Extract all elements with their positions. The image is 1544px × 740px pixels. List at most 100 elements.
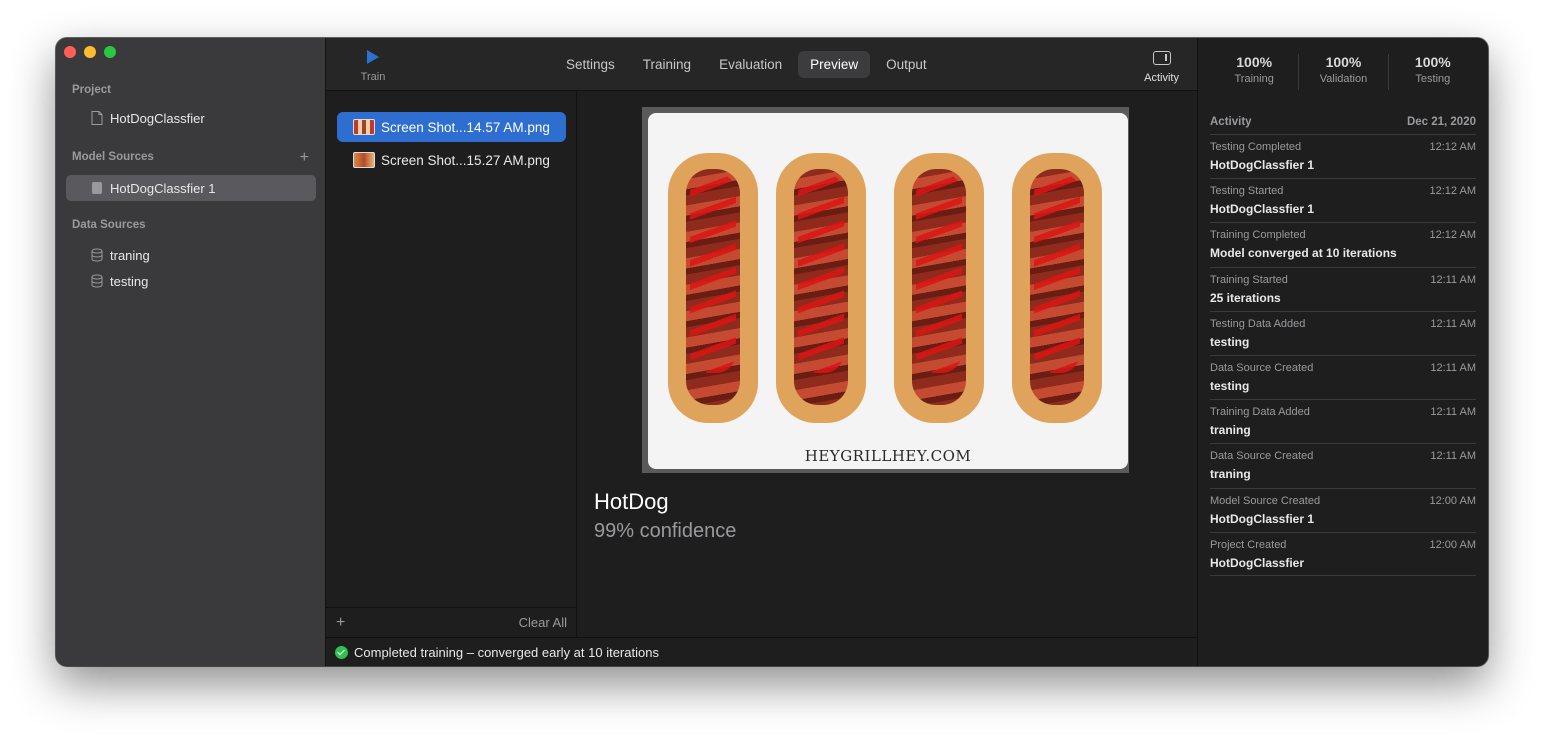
activity-time: 12:00 AM	[1429, 494, 1476, 507]
sidebar-item-model-source[interactable]: HotDogClassfier 1	[66, 175, 316, 201]
activity-item: Training Data Added 12:11 AM traning	[1210, 399, 1476, 443]
activity-item: Training Started 12:11 AM 25 iterations	[1210, 266, 1476, 311]
activity-detail: traning	[1210, 423, 1251, 438]
metric-value: 100%	[1236, 54, 1273, 70]
activity-label: Activity	[1144, 72, 1179, 84]
main-content: Train Settings Training Evaluation Previ…	[326, 38, 1197, 666]
activity-time: 12:12 AM	[1429, 229, 1476, 242]
activity-detail: Model converged at 10 iterations	[1210, 246, 1397, 261]
sidebar-item-label: HotDogClassfier	[110, 110, 205, 126]
app-window: Project HotDogClassfier Model Sources + …	[56, 38, 1488, 666]
prediction-label: HotDog	[594, 489, 669, 514]
activity-title: Activity	[1210, 116, 1252, 128]
activity-detail: 25 iterations	[1210, 290, 1281, 305]
activity-list: Testing Completed 12:12 AM HotDogClassfi…	[1210, 134, 1476, 576]
activity-detail: HotDogClassfier	[1210, 555, 1305, 570]
preview-pane: HEYGRILLHEY.COM HotDog 99% confidence	[578, 91, 1197, 637]
activity-detail: testing	[1210, 378, 1250, 393]
play-icon	[367, 50, 379, 64]
activity-item: Data Source Created 12:11 AM traning	[1210, 443, 1476, 487]
close-window-button[interactable]	[64, 46, 76, 58]
toolbar: Train Settings Training Evaluation Previ…	[326, 38, 1197, 91]
metric-value: 100%	[1414, 54, 1451, 70]
database-icon	[90, 274, 104, 288]
activity-item: Testing Started 12:12 AM HotDogClassfier…	[1210, 178, 1476, 222]
hotdog-graphic	[1012, 153, 1102, 423]
sidebar-toggle-icon	[1152, 51, 1171, 65]
tab-bar: Settings Training Evaluation Preview Out…	[554, 51, 939, 78]
activity-toggle-button[interactable]: Activity	[1144, 51, 1179, 84]
activity-detail: testing	[1210, 334, 1250, 349]
metric-label: Training	[1234, 73, 1274, 85]
model-icon	[90, 181, 104, 195]
activity-time: 12:11 AM	[1430, 450, 1476, 463]
train-button[interactable]: Train	[360, 50, 386, 83]
metric-training: 100% Training	[1210, 54, 1300, 90]
status-bar: Completed training – converged early at …	[326, 637, 1197, 666]
zoom-window-button[interactable]	[104, 46, 116, 58]
metric-label: Validation	[1319, 73, 1368, 85]
activity-time: 12:11 AM	[1430, 317, 1476, 330]
metric-validation: 100% Validation	[1299, 54, 1389, 90]
tab-preview[interactable]: Preview	[798, 51, 871, 78]
project-section-header: Project	[72, 84, 111, 96]
metric-value: 100%	[1325, 54, 1362, 70]
activity-time: 12:11 AM	[1430, 361, 1476, 374]
sidebar-item-data-source-training[interactable]: traning	[66, 242, 316, 268]
image-watermark: HEYGRILLHEY.COM	[804, 447, 972, 465]
document-icon	[90, 111, 104, 125]
file-list-footer: + Clear All	[326, 607, 577, 637]
tab-training[interactable]: Training	[631, 51, 703, 78]
activity-detail: HotDogClassfier 1	[1210, 511, 1315, 526]
sidebar-item-label: HotDogClassfier 1	[110, 180, 216, 196]
activity-item: Model Source Created 12:00 AM HotDogClas…	[1210, 487, 1476, 532]
add-file-button[interactable]: +	[336, 614, 345, 632]
activity-detail: HotDogClassfier 1	[1210, 158, 1315, 172]
hotdog-graphic	[894, 153, 984, 423]
file-list-item[interactable]: Screen Shot...15.27 AM.png	[337, 145, 566, 175]
hotdog-graphic	[776, 153, 866, 423]
activity-item: Data Source Created 12:11 AM testing	[1210, 354, 1476, 399]
sidebar-item-label: traning	[110, 247, 150, 263]
minimize-window-button[interactable]	[84, 46, 96, 58]
image-thumbnail	[353, 119, 375, 135]
activity-time: 12:00 AM	[1429, 538, 1476, 551]
train-label: Train	[360, 71, 386, 83]
activity-time: 12:12 AM	[1429, 185, 1476, 198]
file-name: Screen Shot...15.27 AM.png	[381, 152, 550, 168]
preview-image: HEYGRILLHEY.COM	[642, 107, 1129, 473]
clear-all-button[interactable]: Clear All	[519, 615, 567, 630]
activity-header: Activity Dec 21, 2020	[1210, 116, 1476, 128]
sidebar-item-label: testing	[110, 273, 149, 289]
metric-testing: 100% Testing	[1389, 54, 1477, 90]
sidebar-item-data-source-testing[interactable]: testing	[66, 268, 316, 294]
activity-item: Testing Completed 12:12 AM HotDogClassfi…	[1210, 134, 1476, 178]
image-thumbnail	[353, 152, 375, 168]
model-sources-section-header: Model Sources	[72, 151, 154, 163]
activity-item: Testing Data Added 12:11 AM testing	[1210, 310, 1476, 355]
add-model-source-button[interactable]: +	[300, 150, 309, 166]
sidebar-item-project[interactable]: HotDogClassfier	[66, 105, 316, 131]
activity-time: 12:12 AM	[1429, 141, 1476, 153]
status-text: Completed training – converged early at …	[354, 644, 659, 660]
activity-time: 12:11 AM	[1430, 273, 1476, 286]
tab-settings[interactable]: Settings	[554, 51, 627, 78]
activity-item: Training Completed 12:12 AM Model conver…	[1210, 222, 1476, 266]
file-list-item[interactable]: Screen Shot...14.57 AM.png	[337, 112, 566, 142]
sidebar: Project HotDogClassfier Model Sources + …	[56, 38, 326, 666]
file-list: Screen Shot...14.57 AM.png Screen Shot..…	[326, 91, 577, 637]
activity-item: Project Created 12:00 AM HotDogClassfier	[1210, 531, 1476, 576]
activity-detail: traning	[1210, 467, 1251, 482]
file-name: Screen Shot...14.57 AM.png	[381, 119, 550, 135]
activity-date: Dec 21, 2020	[1406, 116, 1476, 128]
tab-evaluation[interactable]: Evaluation	[707, 51, 794, 78]
database-icon	[90, 248, 104, 262]
metric-label: Testing	[1415, 73, 1451, 85]
activity-time: 12:11 AM	[1430, 406, 1476, 419]
data-sources-section-header: Data Sources	[72, 219, 146, 231]
checkmark-icon	[335, 645, 348, 659]
plate: HEYGRILLHEY.COM	[648, 113, 1128, 469]
activity-panel: 100% Training 100% Validation 100% Testi…	[1197, 38, 1488, 666]
metrics-summary: 100% Training 100% Validation 100% Testi…	[1210, 54, 1477, 90]
tab-output[interactable]: Output	[874, 51, 939, 78]
